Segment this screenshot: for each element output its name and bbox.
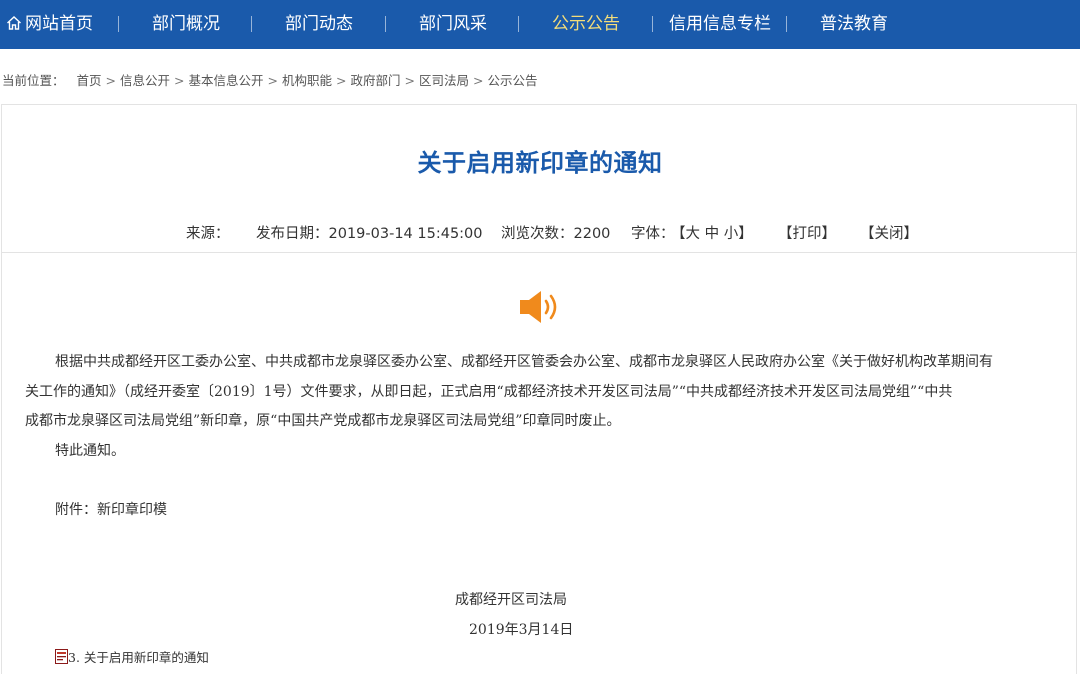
print-button[interactable]: 【打印】 <box>778 222 836 243</box>
meta-divider <box>1 252 1077 253</box>
nav-divider <box>786 16 787 32</box>
nav-item-overview[interactable]: 部门概况 <box>152 0 220 49</box>
nav-divider <box>118 16 119 32</box>
nav-item-announcements[interactable]: 公示公告 <box>552 0 620 49</box>
nav-item-home[interactable]: 网站首页 <box>6 0 93 49</box>
meta-date-label: 发布日期： <box>256 226 329 242</box>
signature-org: 成都经开区司法局 <box>455 592 567 608</box>
close-button[interactable]: 【关闭】 <box>860 222 918 243</box>
breadcrumb-item[interactable]: 区司法局 <box>419 73 469 88</box>
nav-item-credit[interactable]: 信用信息专栏 <box>669 0 771 49</box>
nav-label: 网站首页 <box>25 14 93 34</box>
article-title: 关于启用新印章的通知 <box>417 149 663 177</box>
nav-divider <box>385 16 386 32</box>
breadcrumb-prefix: 当前位置： <box>2 73 65 88</box>
paragraph-line: 关工作的通知》（成经开委室〔2019〕1号）文件要求，从即日起，正式启用“成都经… <box>25 384 953 400</box>
speaker-icon[interactable] <box>518 288 562 326</box>
breadcrumb-item[interactable]: 机构职能 <box>282 73 332 88</box>
meta-views: 浏览次数：2200 <box>501 222 610 243</box>
breadcrumb-item[interactable]: 公示公告 <box>488 73 538 88</box>
breadcrumb-item[interactable]: 政府部门 <box>351 73 401 88</box>
notice-end: 特此通知。 <box>55 443 125 459</box>
home-icon <box>7 16 21 30</box>
breadcrumb: 当前位置： 首页 > 信息公开 > 基本信息公开 > 机构职能 > 政府部门 > 区司法局 > 公示公告 <box>2 73 538 88</box>
attachment-label: 附件：新印章印模 <box>55 502 167 518</box>
nav-item-news[interactable]: 部门动态 <box>285 0 353 49</box>
meta-views-value: 2200 <box>573 226 611 242</box>
meta-date-value: 2019-03-14 15:45:00 <box>328 226 483 242</box>
meta-date: 发布日期：2019-03-14 15:45:00 <box>256 222 483 243</box>
nav-item-gallery[interactable]: 部门风采 <box>419 0 487 49</box>
nav-divider <box>251 16 252 32</box>
nav-item-legal-education[interactable]: 普法教育 <box>820 0 888 49</box>
font-size-buttons[interactable]: 【大 中 小】 <box>671 222 753 243</box>
meta-views-label: 浏览次数： <box>501 226 574 242</box>
attachment-filename: 3. 关于启用新印章的通知 <box>68 650 209 665</box>
breadcrumb-item[interactable]: 首页 <box>77 73 102 88</box>
paragraph-line: 成都市龙泉驿区司法局党组”新印章，原“中国共产党成都市龙泉驿区司法局党组”印章同… <box>25 413 621 429</box>
attachment-link[interactable]: 3. 关于启用新印章的通知 <box>55 647 209 666</box>
signature-date: 2019年3月14日 <box>469 622 574 638</box>
paragraph-line: 根据中共成都经开区工委办公室、中共成都市龙泉驿区委办公室、成都经开区管委会办公室… <box>55 354 993 370</box>
top-nav: 网站首页 部门概况 部门动态 部门风采 公示公告 信用信息专栏 普法教育 <box>0 0 1080 49</box>
meta-font-label: 字体： <box>631 226 675 242</box>
nav-divider <box>518 16 519 32</box>
pdf-file-icon <box>55 649 68 664</box>
meta-source-label: 来源： <box>186 226 230 242</box>
breadcrumb-item[interactable]: 信息公开 <box>120 73 170 88</box>
nav-divider <box>652 16 653 32</box>
breadcrumb-item[interactable]: 基本信息公开 <box>189 73 264 88</box>
